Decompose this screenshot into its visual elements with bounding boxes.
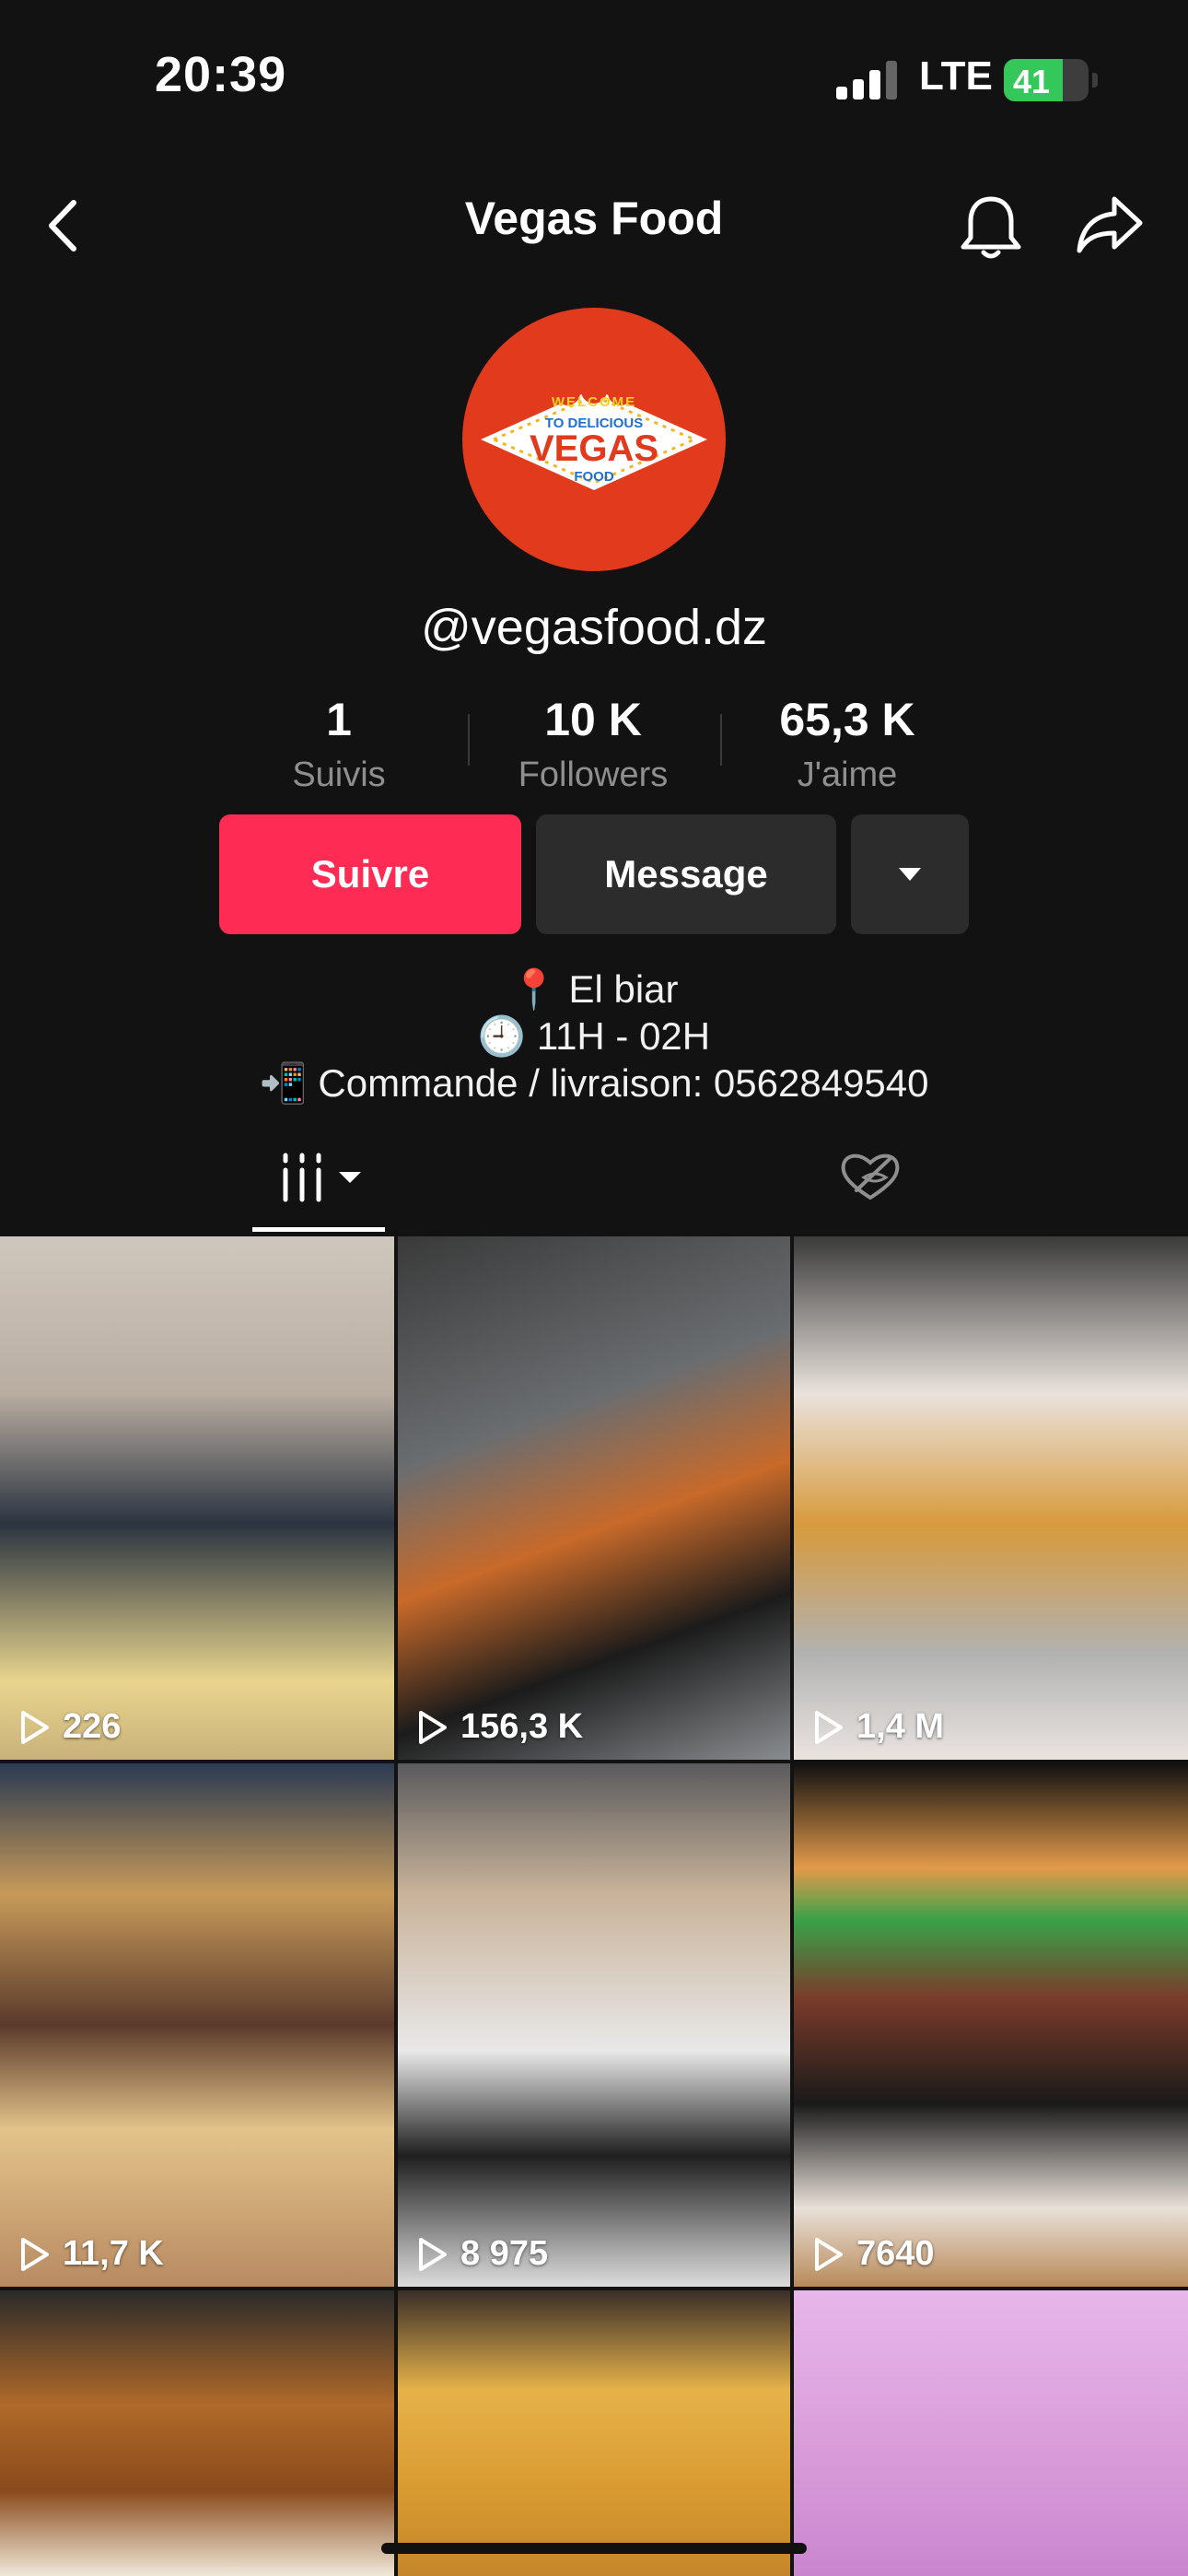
video-tile[interactable]: 11,7 K xyxy=(0,1763,394,2287)
view-count-text: 11,7 K xyxy=(63,2234,164,2273)
logo-vegas: VEGAS xyxy=(530,428,658,469)
video-tile[interactable]: 156,3 K xyxy=(398,1236,790,1760)
play-icon xyxy=(815,1710,843,1744)
profile-avatar[interactable]: WELCOME TO DELICIOUS VEGAS FOOD xyxy=(462,308,726,571)
bio-location: 📍 El biar xyxy=(509,967,679,1011)
view-count-text: 156,3 K xyxy=(460,1707,584,1746)
stat-likes[interactable]: 65,3 K J'aime xyxy=(728,693,967,795)
stat-likes-label: J'aime xyxy=(797,755,898,794)
battery-level: 41 xyxy=(1013,63,1051,100)
stat-likes-value: 65,3 K xyxy=(779,694,915,745)
stat-followers[interactable]: 10 K Followers xyxy=(473,693,713,795)
video-tile[interactable]: 7640 xyxy=(794,1763,1188,2287)
view-count: 226 xyxy=(18,1707,121,1747)
message-button[interactable]: Message xyxy=(536,814,836,934)
logo-food: FOOD xyxy=(574,469,613,485)
status-time: 20:39 xyxy=(155,47,287,102)
logo-welcome: WELCOME xyxy=(552,394,636,410)
stat-divider xyxy=(720,714,722,766)
signal-icon xyxy=(836,59,899,100)
view-count-text: 7640 xyxy=(856,2234,935,2273)
play-icon xyxy=(419,2237,447,2271)
video-tile[interactable] xyxy=(794,2290,1188,2576)
bell-icon[interactable] xyxy=(958,192,1024,262)
video-tile[interactable]: 1,4 M xyxy=(794,1236,1188,1760)
stat-followers-label: Followers xyxy=(518,755,669,794)
liked-hidden-icon[interactable] xyxy=(838,1150,903,1205)
video-tile[interactable]: 8 975 xyxy=(398,1763,790,2287)
profile-handle: @vegasfood.dz xyxy=(420,600,768,655)
follow-button[interactable]: Suivre xyxy=(219,814,521,934)
more-options-button[interactable] xyxy=(851,814,969,934)
video-tile[interactable] xyxy=(398,2290,790,2576)
battery-icon: 41 xyxy=(1004,59,1098,101)
view-count: 11,7 K xyxy=(18,2234,164,2274)
video-tile[interactable] xyxy=(0,2290,394,2576)
stat-following-label: Suivis xyxy=(292,755,386,794)
video-tile[interactable]: 226 xyxy=(0,1236,394,1760)
stat-following[interactable]: 1 Suivis xyxy=(219,693,459,795)
view-count: 156,3 K xyxy=(416,1707,583,1747)
view-count-text: 8 975 xyxy=(460,2234,549,2273)
stat-divider xyxy=(468,714,470,766)
stat-following-value: 1 xyxy=(326,694,352,745)
view-count: 7640 xyxy=(812,2234,935,2274)
play-icon xyxy=(21,1710,49,1744)
view-count: 1,4 M xyxy=(812,1707,944,1747)
stat-followers-value: 10 K xyxy=(544,694,642,745)
share-icon[interactable] xyxy=(1074,192,1146,258)
play-icon xyxy=(419,1710,447,1744)
bio-phone: 📲 Commande / livraison: 0562849540 xyxy=(259,1061,929,1105)
view-count-text: 1,4 M xyxy=(856,1707,945,1746)
play-icon xyxy=(21,2237,49,2271)
bio-hours: 🕘 11H - 02H xyxy=(477,1014,711,1058)
home-indicator[interactable] xyxy=(381,2543,807,2554)
play-icon xyxy=(815,2237,843,2271)
network-type: LTE xyxy=(919,53,993,99)
videos-tab-icon[interactable] xyxy=(282,1152,374,1203)
view-count: 8 975 xyxy=(416,2234,548,2274)
active-tab-indicator xyxy=(252,1227,385,1232)
view-count-text: 226 xyxy=(63,1707,122,1746)
caret-down-icon xyxy=(899,868,921,881)
